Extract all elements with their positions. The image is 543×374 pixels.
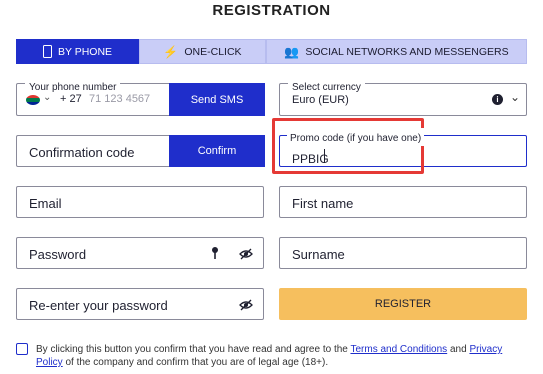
first-name-field[interactable]: First name [279,186,527,218]
tab-by-phone[interactable]: BY PHONE [16,39,139,64]
currency-label-wrap: Select currency [288,77,365,95]
lightning-icon: ⚡ [163,44,179,59]
surname-label: Surname [292,247,345,262]
currency-label: Select currency [292,82,361,93]
password-field[interactable]: Password [16,237,264,269]
people-icon: 👥 [284,44,300,59]
page-title: REGISTRATION [212,2,331,19]
country-code: + 27 [60,93,82,105]
chevron-down-icon[interactable]: ⌄ [510,90,520,104]
currency-select[interactable]: Select currency Euro (EUR) i ⌄ [279,77,527,116]
key-icon[interactable] [211,246,219,265]
register-button[interactable]: REGISTER [279,288,527,320]
first-name-label: First name [292,196,354,211]
currency-value: Euro (EUR) [292,94,349,106]
confirm-button[interactable]: Confirm [169,135,265,167]
confirmation-code-field[interactable]: Confirmation code Confirm [16,135,265,167]
terms-link[interactable]: Terms and Conditions [350,344,447,355]
legal-and: and [449,344,467,355]
reenter-password-field[interactable]: Re-enter your password [16,288,264,320]
info-icon[interactable]: i [492,94,503,105]
tab-one-click[interactable]: ⚡ ONE-CLICK [139,39,266,64]
promo-label-wrap: Promo code (if you have one) [287,128,425,146]
legal-prefix: By clicking this button you confirm that… [36,344,348,355]
legal-suffix: of the company and confirm that you are … [65,357,329,368]
phone-icon [42,45,52,58]
eye-slash-icon[interactable] [239,247,253,265]
tab-social-networks[interactable]: 👥 SOCIAL NETWORKS AND MESSENGERS [266,39,527,64]
confirmation-code-label: Confirmation code [29,145,135,160]
send-sms-button[interactable]: Send SMS [169,83,265,116]
phone-field: Your phone number ⌄ + 27 71 123 4567 Sen… [16,77,265,116]
tab-label: ONE-CLICK [184,45,242,58]
reenter-password-label: Re-enter your password [29,298,168,313]
promo-code-label: Promo code (if you have one) [290,133,422,144]
tab-label: SOCIAL NETWORKS AND MESSENGERS [305,45,509,58]
email-field[interactable]: Email [16,186,264,218]
surname-field[interactable]: Surname [279,237,527,269]
phone-input[interactable]: 71 123 4567 [89,93,150,105]
password-label: Password [29,247,87,262]
chevron-down-icon[interactable]: ⌄ [43,92,51,103]
legal-text: By clicking this button you confirm that… [36,343,526,369]
flag-icon[interactable] [26,95,40,105]
tab-label: BY PHONE [57,45,113,58]
email-label: Email [29,196,62,211]
highlight-box [272,118,424,174]
agree-checkbox[interactable] [16,343,28,355]
eye-slash-icon[interactable] [239,298,253,316]
